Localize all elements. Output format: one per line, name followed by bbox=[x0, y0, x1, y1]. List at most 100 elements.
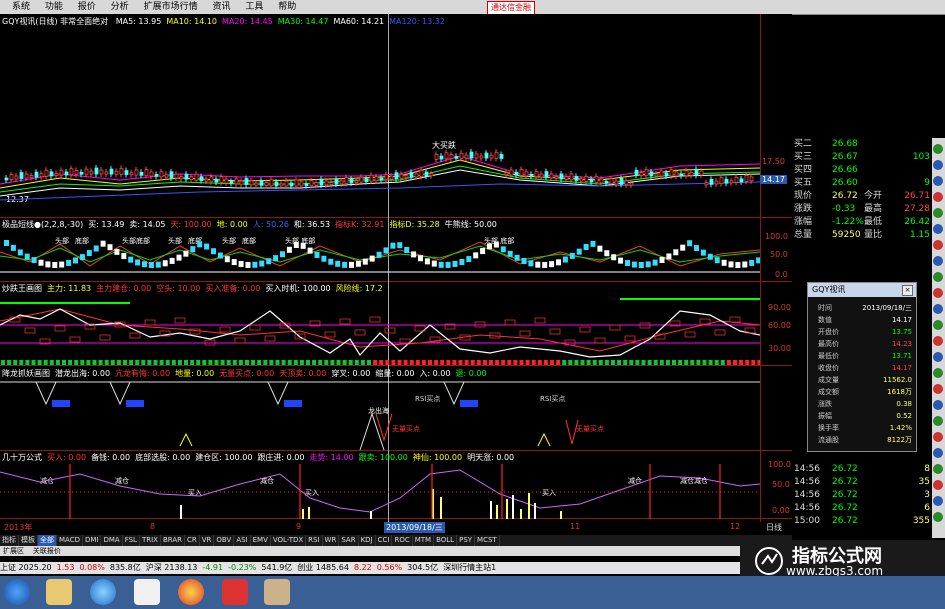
tab-boll[interactable]: BOLL bbox=[434, 535, 458, 546]
tab-指标[interactable]: 指标 bbox=[0, 535, 19, 546]
paint-icon[interactable] bbox=[264, 579, 290, 605]
candle bbox=[279, 183, 284, 187]
candle bbox=[404, 175, 409, 179]
browser-chrome-icon[interactable] bbox=[178, 579, 204, 605]
panel3-axis-low: 30.00 bbox=[768, 344, 791, 353]
quote-value: 26.72 bbox=[832, 191, 858, 201]
volume-box bbox=[594, 337, 606, 344]
toolbar-button-icon[interactable] bbox=[933, 224, 943, 234]
candle bbox=[744, 174, 749, 182]
browser-ie-icon[interactable] bbox=[90, 579, 116, 605]
candle bbox=[324, 180, 329, 186]
volume-box bbox=[174, 317, 186, 324]
candle bbox=[359, 176, 364, 183]
data-popup[interactable]: GQY视讯 × 时间 2013/09/18/三 数值 14.17 开盘价 13.75 最高价… bbox=[807, 282, 917, 452]
toolbar-button-icon[interactable] bbox=[933, 496, 943, 506]
volume-box bbox=[714, 329, 726, 336]
menu-function[interactable]: 功能 bbox=[45, 0, 63, 14]
tab-fsl[interactable]: FSL bbox=[123, 535, 140, 546]
tab-trix[interactable]: TRIX bbox=[140, 535, 161, 546]
folder-icon[interactable] bbox=[46, 579, 72, 605]
tab-wr[interactable]: WR bbox=[323, 535, 340, 546]
menu-help[interactable]: 帮助 bbox=[278, 0, 296, 14]
tab-kdj[interactable]: KDJ bbox=[359, 535, 376, 546]
tab-dmi[interactable]: DMI bbox=[83, 535, 102, 546]
menu-tools[interactable]: 工具 bbox=[245, 0, 263, 14]
close-icon[interactable]: × bbox=[902, 285, 913, 296]
tab-obv[interactable]: OBV bbox=[214, 535, 235, 546]
status-dot bbox=[623, 360, 628, 365]
period-label[interactable]: 日线 bbox=[766, 522, 782, 533]
menu-quote[interactable]: 报价 bbox=[78, 0, 96, 14]
signal-bar bbox=[512, 495, 514, 519]
toolbar-button-icon[interactable] bbox=[933, 272, 943, 282]
start-button-icon[interactable] bbox=[4, 579, 30, 605]
tab-vr[interactable]: VR bbox=[200, 535, 215, 546]
tab-sar[interactable]: SAR bbox=[339, 535, 359, 546]
tab-dma[interactable]: DMA bbox=[101, 535, 123, 546]
signal-block bbox=[590, 240, 596, 247]
panel3-label: 买入准备: 0.00 bbox=[205, 284, 261, 293]
toolbar-button-icon[interactable] bbox=[933, 512, 943, 522]
toolbar-button-icon[interactable] bbox=[933, 432, 943, 442]
toolbar-button-icon[interactable] bbox=[933, 480, 943, 490]
tab-全部[interactable]: 全部 bbox=[38, 535, 57, 546]
tab-brar[interactable]: BRAR bbox=[161, 535, 185, 546]
signal-block bbox=[86, 250, 92, 257]
media-player-icon[interactable] bbox=[134, 579, 160, 605]
toolbar-button-icon[interactable] bbox=[933, 144, 943, 154]
tab-cci[interactable]: CCI bbox=[376, 535, 393, 546]
popup-value: 14.17 bbox=[891, 364, 912, 372]
toolbar-button-icon[interactable] bbox=[933, 304, 943, 314]
tab-emv[interactable]: EMV bbox=[251, 535, 271, 546]
tab-related-quote[interactable]: 关联报价 bbox=[30, 546, 64, 556]
tab-模板[interactable]: 模板 bbox=[19, 535, 38, 546]
volume-box bbox=[69, 336, 81, 343]
toolbar-button-icon[interactable] bbox=[933, 416, 943, 426]
panel5-label: 走势: 14.00 bbox=[309, 453, 354, 462]
popup-title[interactable]: GQY视讯 bbox=[808, 283, 916, 297]
toolbar-button-icon[interactable] bbox=[933, 240, 943, 250]
toolbar-button-icon[interactable] bbox=[933, 176, 943, 186]
menu-info[interactable]: 资讯 bbox=[212, 0, 230, 14]
toolbar-button-icon[interactable] bbox=[933, 288, 943, 298]
toolbar-button-icon[interactable] bbox=[933, 368, 943, 378]
signal-block bbox=[549, 261, 555, 268]
tab-asi[interactable]: ASI bbox=[234, 535, 251, 546]
menu-extended-market[interactable]: 扩展市场行情 bbox=[144, 0, 198, 14]
toolbar-button-icon[interactable] bbox=[933, 448, 943, 458]
tab-mcst[interactable]: MCST bbox=[475, 535, 500, 546]
tab-extension-area[interactable]: 扩展区 bbox=[0, 546, 27, 556]
trading-app-icon[interactable] bbox=[222, 579, 248, 605]
candle bbox=[334, 178, 339, 185]
toolbar-button-icon[interactable] bbox=[933, 352, 943, 362]
toolbar-button-icon[interactable] bbox=[933, 400, 943, 410]
signal-block bbox=[625, 260, 630, 267]
tab-rsi[interactable]: RSI bbox=[306, 535, 323, 546]
toolbar-button-icon[interactable] bbox=[933, 256, 943, 266]
chart-area[interactable]: GQY视讯(日线) 非常全面绝对 MA5: 13.95 MA10: 14.10 MA… bbox=[0, 14, 792, 535]
tab-cr[interactable]: CR bbox=[185, 535, 200, 546]
ma-panel-name: GQY视讯(日线) 非常全面绝对 bbox=[2, 17, 109, 26]
toolbar-button-icon[interactable] bbox=[933, 384, 943, 394]
status-dot bbox=[202, 360, 207, 365]
toolbar-button-icon[interactable] bbox=[933, 208, 943, 218]
toolbar-button-icon[interactable] bbox=[933, 160, 943, 170]
toolbar-button-icon[interactable] bbox=[933, 464, 943, 474]
signal-bar bbox=[180, 505, 182, 519]
tab-psy[interactable]: PSY bbox=[457, 535, 476, 546]
toolbar-button-icon[interactable] bbox=[933, 320, 943, 330]
menu-analysis[interactable]: 分析 bbox=[111, 0, 129, 14]
candle bbox=[379, 177, 384, 181]
tab-mtm[interactable]: MTM bbox=[413, 535, 435, 546]
signal-block bbox=[652, 259, 658, 266]
tab-macd[interactable]: MACD bbox=[57, 535, 83, 546]
tab-roc[interactable]: ROC bbox=[392, 535, 413, 546]
tab-vol-tdx[interactable]: VOL-TDX bbox=[271, 535, 307, 546]
volume-box bbox=[129, 332, 141, 339]
tick-volume: 3 bbox=[924, 490, 930, 500]
toolbar-button-icon[interactable] bbox=[933, 336, 943, 346]
signal-block bbox=[52, 261, 58, 268]
menu-system[interactable]: 系统 bbox=[12, 0, 30, 14]
toolbar-button-icon[interactable] bbox=[933, 192, 943, 202]
